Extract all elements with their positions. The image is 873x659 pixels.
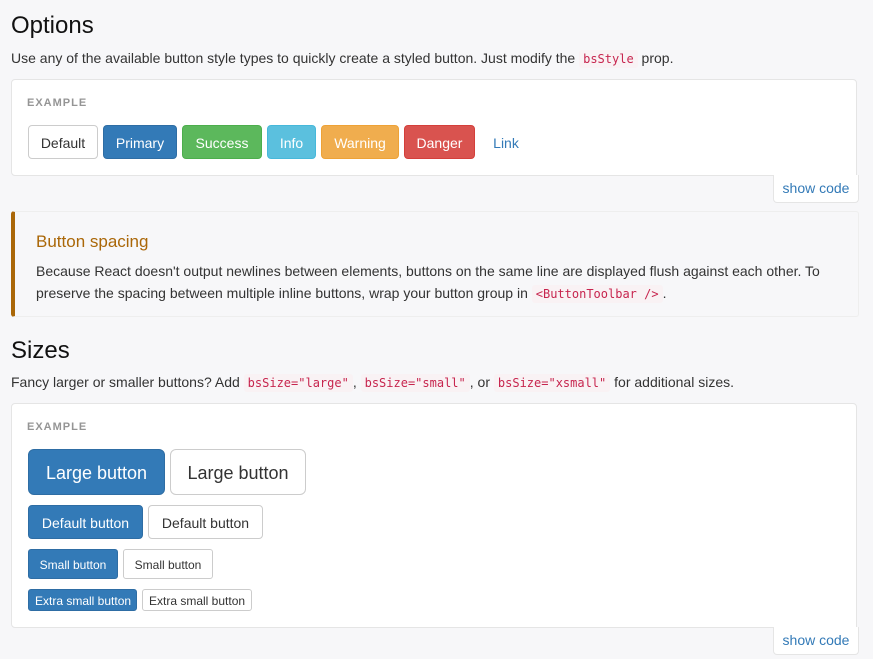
default-primary-button[interactable]: Default button (28, 505, 143, 539)
sizes-heading: Sizes (11, 337, 70, 364)
danger-button[interactable]: Danger (404, 125, 475, 159)
example-label: EXAMPLE (27, 97, 88, 109)
warning-button[interactable]: Warning (321, 125, 399, 159)
example-label: EXAMPLE (27, 421, 88, 433)
sizes-description-text: Fancy larger or smaller buttons? Add (11, 374, 244, 390)
sizes-example: EXAMPLE Large button Large button Defaul… (11, 403, 857, 628)
default-button[interactable]: Default (28, 125, 98, 159)
callout-title: Button spacing (36, 232, 149, 251)
sizes-show-code-button[interactable]: show code (773, 627, 859, 655)
buttontoolbar-code: <ButtonToolbar /> (531, 285, 663, 303)
options-description-text: Use any of the available button style ty… (11, 50, 580, 66)
sizes-sep-1: , (352, 374, 361, 390)
bssize-xsmall-code: bsSize="xsmall" (493, 374, 611, 392)
bssize-small-code: bsSize="small" (360, 374, 470, 392)
bssize-large-code: bsSize="large" (243, 374, 353, 392)
xsmall-primary-button[interactable]: Extra small button (28, 589, 137, 611)
options-description: Use any of the available button style ty… (11, 50, 674, 68)
small-primary-button[interactable]: Small button (28, 549, 118, 579)
default-default-button[interactable]: Default button (148, 505, 263, 539)
options-show-code-button[interactable]: show code (773, 175, 859, 203)
options-description-suffix: prop. (637, 50, 674, 66)
large-primary-button[interactable]: Large button (28, 449, 165, 495)
xsmall-default-button[interactable]: Extra small button (142, 589, 252, 611)
callout-text: Because React doesn't output newlines be… (36, 260, 838, 305)
sizes-description: Fancy larger or smaller buttons? Add bsS… (11, 374, 734, 392)
bsstyle-code: bsStyle (579, 50, 638, 68)
sizes-description-suffix: for additional sizes. (610, 374, 734, 390)
callout-text-body: Because React doesn't output newlines be… (36, 263, 820, 301)
success-button[interactable]: Success (182, 125, 262, 159)
primary-button[interactable]: Primary (103, 125, 177, 159)
link-button[interactable]: Link (480, 125, 532, 159)
callout-text-end: . (662, 285, 667, 301)
info-button[interactable]: Info (267, 125, 316, 159)
sizes-sep-2: , or (469, 374, 494, 390)
options-heading: Options (11, 12, 94, 39)
small-default-button[interactable]: Small button (123, 549, 213, 579)
options-example: EXAMPLE Default Primary Success Info War… (11, 79, 857, 176)
large-default-button[interactable]: Large button (170, 449, 306, 495)
button-spacing-callout: Button spacing Because React doesn't out… (11, 211, 859, 317)
